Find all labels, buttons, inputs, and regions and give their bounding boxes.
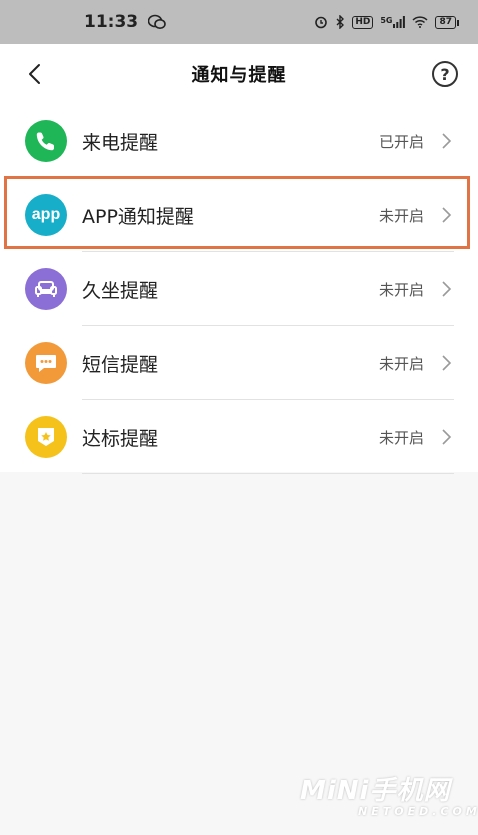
sofa-icon xyxy=(25,268,67,310)
chevron-left-icon xyxy=(29,64,40,84)
help-icon: ? xyxy=(440,64,450,84)
list-item-goal-reminder[interactable]: 达标提醒 未开启 xyxy=(0,400,478,474)
watermark-sub: NETOED.COM xyxy=(358,805,478,818)
alarm-icon xyxy=(314,15,328,29)
status-time: 11:33 xyxy=(84,12,139,32)
message-icon xyxy=(25,342,67,384)
divider xyxy=(82,473,454,474)
item-status: 未开启 xyxy=(378,206,424,225)
list-item-sms-reminder[interactable]: 短信提醒 未开启 xyxy=(0,326,478,400)
list-item-app-notification[interactable]: app APP通知提醒 未开启 xyxy=(0,178,478,252)
item-label: APP通知提醒 xyxy=(82,205,194,228)
help-button[interactable]: ? xyxy=(432,61,458,87)
battery-indicator: 87 xyxy=(435,15,459,29)
watermark: MiNi手机网 NETOED.COM xyxy=(300,770,478,818)
wifi-icon xyxy=(412,16,428,28)
app-icon-text: app xyxy=(31,206,61,223)
network-label: 5G xyxy=(380,16,393,25)
item-status: 已开启 xyxy=(378,132,424,151)
status-left: 11:33 xyxy=(84,12,166,32)
list-item-call-reminder[interactable]: 来电提醒 已开启 xyxy=(0,104,478,178)
item-label: 短信提醒 xyxy=(82,353,159,376)
watermark-main: MiNi手机网 xyxy=(300,776,451,806)
wechat-icon xyxy=(148,14,166,30)
chevron-right-icon xyxy=(442,133,452,149)
bluetooth-icon xyxy=(335,15,345,29)
item-status: 未开启 xyxy=(378,354,424,373)
chevron-right-icon xyxy=(442,355,452,371)
item-status: 未开启 xyxy=(378,280,424,299)
signal-icon: 5G xyxy=(380,16,406,28)
back-button[interactable] xyxy=(22,60,50,88)
app-icon: app xyxy=(25,194,67,236)
chevron-right-icon xyxy=(442,429,452,445)
item-label: 久坐提醒 xyxy=(82,279,159,302)
status-bar: 11:33 HD 5G 87 xyxy=(0,0,478,44)
item-status: 未开启 xyxy=(378,428,424,447)
list-item-sedentary-reminder[interactable]: 久坐提醒 未开启 xyxy=(0,252,478,326)
chevron-right-icon xyxy=(442,281,452,297)
hd-badge: HD xyxy=(352,15,374,29)
badge-star-icon xyxy=(25,416,67,458)
status-right: HD 5G 87 xyxy=(314,15,459,29)
reminder-list: 来电提醒 已开启 app APP通知提醒 未开启 久坐提醒 未开启 短信提醒 未… xyxy=(0,104,478,474)
header: 通知与提醒 ? xyxy=(0,44,478,104)
chevron-right-icon xyxy=(442,207,452,223)
phone-icon xyxy=(25,120,67,162)
item-label: 达标提醒 xyxy=(82,427,159,450)
item-label: 来电提醒 xyxy=(82,131,159,154)
page-title: 通知与提醒 xyxy=(191,65,287,86)
